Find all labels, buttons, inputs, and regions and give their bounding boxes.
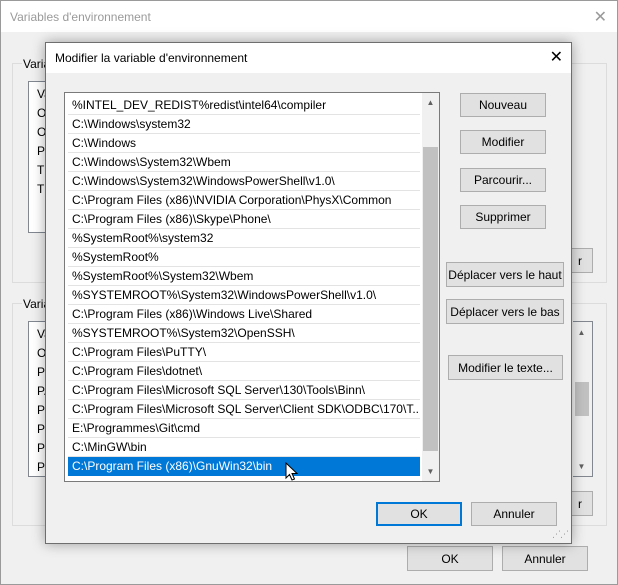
- ok-button[interactable]: OK: [376, 502, 462, 526]
- outer-title-bar: Variables d'environnement ✕: [1, 1, 617, 32]
- path-list-item[interactable]: C:\Program Files\PuTTY\: [68, 343, 420, 362]
- system-scroll-thumb[interactable]: [575, 382, 589, 416]
- new-button[interactable]: Nouveau: [460, 93, 546, 117]
- move-up-button-label: Déplacer vers le haut: [448, 267, 562, 282]
- edit-button-label: Modifier: [481, 135, 525, 149]
- move-down-button[interactable]: Déplacer vers le bas: [446, 299, 564, 324]
- path-list-item[interactable]: C:\Program Files (x86)\Windows Live\Shar…: [68, 305, 420, 324]
- edit-text-button-label: Modifier le texte...: [458, 360, 553, 375]
- browse-button[interactable]: Parcourir...: [460, 168, 546, 192]
- cancel-button-label: Annuler: [493, 507, 535, 521]
- path-list-item[interactable]: C:\Program Files\Microsoft SQL Server\13…: [68, 381, 420, 400]
- edit-text-button[interactable]: Modifier le texte...: [448, 355, 563, 380]
- path-list-item[interactable]: %SYSTEMROOT%\System32\OpenSSH\: [68, 324, 420, 343]
- dialog-close-icon[interactable]: ✕: [550, 47, 563, 67]
- dialog-title-bar: Modifier la variable d'environnement ✕: [46, 43, 571, 73]
- move-up-button[interactable]: Déplacer vers le haut: [446, 262, 564, 287]
- move-down-button-label: Déplacer vers le bas: [450, 304, 560, 319]
- browse-button-label: Parcourir...: [473, 173, 533, 187]
- path-list-item[interactable]: %SystemRoot%\System32\Wbem: [68, 267, 420, 286]
- path-list-item[interactable]: %SystemRoot%\system32: [68, 229, 420, 248]
- path-list-item[interactable]: C:\Windows: [68, 134, 420, 153]
- outer-cancel-label: Annuler: [524, 551, 566, 566]
- path-list-item[interactable]: C:\Program Files (x86)\NVIDIA Corporatio…: [68, 191, 420, 210]
- path-list-item[interactable]: %INTEL_DEV_REDIST%redist\intel64\compile…: [68, 96, 420, 115]
- outer-ok-button[interactable]: OK: [407, 546, 493, 571]
- path-list-item[interactable]: C:\Program Files\Microsoft SQL Server\Cl…: [68, 400, 420, 419]
- cancel-button[interactable]: Annuler: [471, 502, 557, 526]
- system-delete-button-label: r: [578, 496, 582, 511]
- system-scroll-down-icon[interactable]: ▼: [573, 458, 590, 475]
- ok-button-label: OK: [410, 507, 428, 521]
- outer-ok-label: OK: [441, 551, 459, 566]
- mouse-cursor-icon: [285, 462, 299, 481]
- scroll-thumb[interactable]: [423, 147, 438, 451]
- edit-environment-variable-dialog: Modifier la variable d'environnement ✕ %…: [45, 42, 572, 544]
- path-list-item[interactable]: %SystemRoot%: [68, 248, 420, 267]
- path-list[interactable]: %INTEL_DEV_REDIST%redist\intel64\compile…: [64, 92, 440, 482]
- new-button-label: Nouveau: [478, 98, 528, 112]
- path-list-item[interactable]: C:\MinGW\bin: [68, 438, 420, 457]
- path-list-item[interactable]: %SYSTEMROOT%\System32\WindowsPowerShell\…: [68, 286, 420, 305]
- path-list-item[interactable]: C:\Program Files (x86)\Skype\Phone\: [68, 210, 420, 229]
- edit-button[interactable]: Modifier: [460, 130, 546, 154]
- scroll-down-icon[interactable]: ▼: [422, 463, 439, 480]
- user-edit-button-label: r: [578, 253, 582, 268]
- outer-close-icon[interactable]: ✕: [594, 7, 607, 27]
- scroll-up-icon[interactable]: ▲: [422, 94, 439, 111]
- resize-grip-icon[interactable]: ⋰⋰: [552, 529, 569, 540]
- outer-cancel-button[interactable]: Annuler: [502, 546, 588, 571]
- path-list-item[interactable]: C:\Windows\System32\WindowsPowerShell\v1…: [68, 172, 420, 191]
- path-list-item[interactable]: C:\Program Files\dotnet\: [68, 362, 420, 381]
- system-variables-scrollbar[interactable]: ▲ ▼: [573, 321, 593, 477]
- path-list-item[interactable]: C:\Windows\system32: [68, 115, 420, 134]
- delete-button[interactable]: Supprimer: [460, 205, 546, 229]
- system-scroll-up-icon[interactable]: ▲: [573, 324, 590, 341]
- path-list-item[interactable]: C:\Program Files (x86)\GnuWin32\bin: [68, 457, 420, 476]
- path-list-scrollbar[interactable]: ▲ ▼: [422, 93, 439, 481]
- dialog-title: Modifier la variable d'environnement: [55, 51, 248, 65]
- path-list-item[interactable]: E:\Programmes\Git\cmd: [68, 419, 420, 438]
- path-list-item[interactable]: C:\Windows\System32\Wbem: [68, 153, 420, 172]
- outer-window-title: Variables d'environnement: [10, 10, 151, 24]
- delete-button-label: Supprimer: [475, 210, 531, 224]
